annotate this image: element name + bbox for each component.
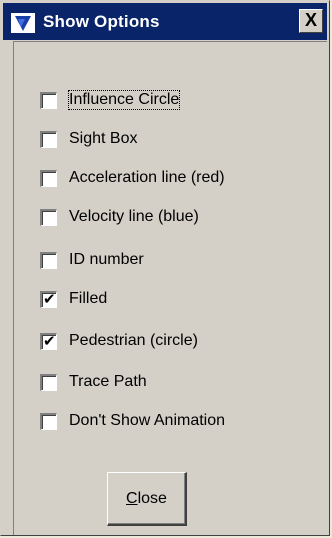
checkbox-pedestrian-circle[interactable]: ✔ <box>40 332 57 350</box>
option-pedestrian-circle[interactable]: ✔ Pedestrian (circle) <box>40 329 198 353</box>
checkbox-dont-show-animation[interactable] <box>40 412 57 430</box>
window-title: Show Options <box>43 12 160 31</box>
option-label[interactable]: Filled <box>69 290 107 308</box>
option-label[interactable]: Influence Circle <box>67 90 181 110</box>
option-label[interactable]: Don't Show Animation <box>69 412 225 430</box>
option-label[interactable]: Trace Path <box>69 373 147 391</box>
option-influence-circle[interactable]: Influence Circle <box>40 88 181 112</box>
option-sight-box[interactable]: Sight Box <box>40 127 137 151</box>
client-area: Influence Circle Sight Box Acceleration … <box>3 41 327 535</box>
option-label[interactable]: Sight Box <box>69 130 137 148</box>
checkbox-sight-box[interactable] <box>40 130 57 148</box>
title-bar[interactable]: Show Options X <box>3 3 327 40</box>
option-acceleration-line[interactable]: Acceleration line (red) <box>40 166 225 190</box>
checkbox-velocity-line[interactable] <box>40 208 57 226</box>
option-label[interactable]: Acceleration line (red) <box>69 169 225 187</box>
show-options-dialog: Show Options X Influence Circle Sight Bo… <box>0 0 330 536</box>
option-dont-show-animation[interactable]: Don't Show Animation <box>40 409 225 433</box>
close-button-mnemonic: C <box>126 489 138 507</box>
option-id-number[interactable]: ID number <box>40 248 144 272</box>
close-window-button[interactable]: X <box>299 9 323 33</box>
checkbox-id-number[interactable] <box>40 251 57 269</box>
checkmark-icon: ✔ <box>43 332 56 350</box>
option-label[interactable]: Pedestrian (circle) <box>69 332 198 350</box>
option-label[interactable]: ID number <box>69 251 144 269</box>
arrow-cursor-icon <box>11 13 35 33</box>
option-label[interactable]: Velocity line (blue) <box>69 208 199 226</box>
options-group: Influence Circle Sight Box Acceleration … <box>13 41 327 535</box>
checkbox-acceleration-line[interactable] <box>40 169 57 187</box>
close-button[interactable]: Close <box>107 472 187 526</box>
close-icon: X <box>304 10 317 30</box>
option-filled[interactable]: ✔ Filled <box>40 287 107 311</box>
option-velocity-line[interactable]: Velocity line (blue) <box>40 205 199 229</box>
close-button-label: lose <box>137 489 167 507</box>
checkmark-icon: ✔ <box>43 290 56 308</box>
option-trace-path[interactable]: Trace Path <box>40 370 147 394</box>
checkbox-filled[interactable]: ✔ <box>40 290 57 308</box>
checkbox-trace-path[interactable] <box>40 373 57 391</box>
checkbox-influence-circle[interactable] <box>40 91 57 109</box>
